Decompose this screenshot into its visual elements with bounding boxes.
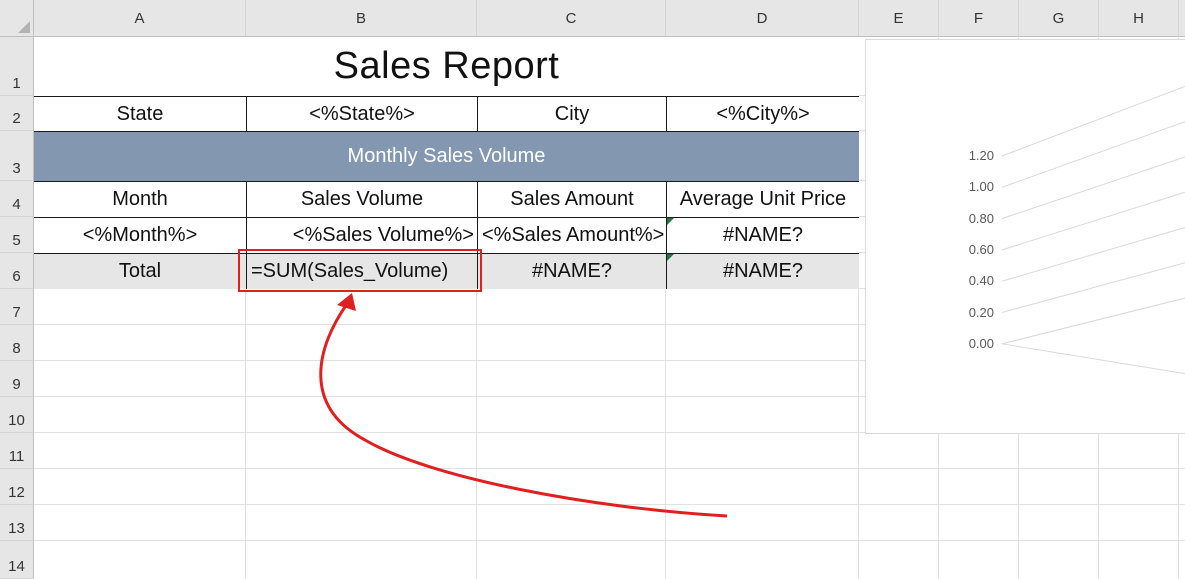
annotation-arrow: [319, 293, 728, 518]
